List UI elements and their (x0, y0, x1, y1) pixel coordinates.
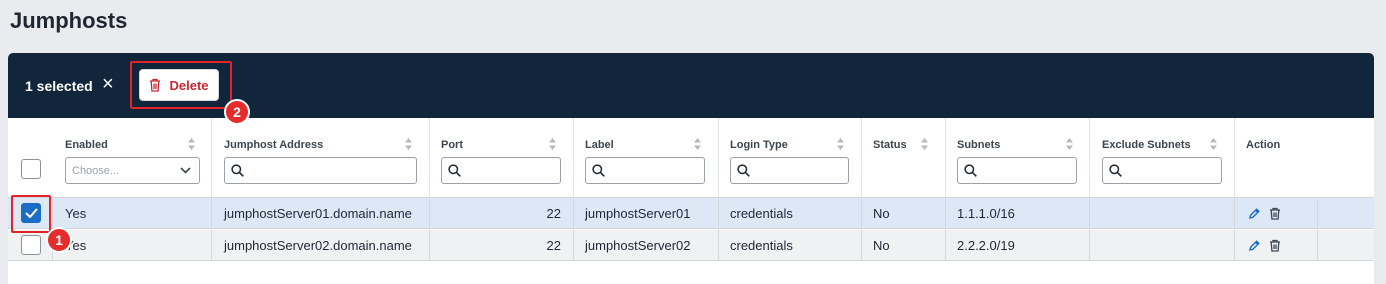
subnets-filter-input[interactable] (957, 157, 1077, 184)
port-cell: 22 (546, 238, 561, 253)
status-cell: No (873, 206, 890, 221)
port-search-field[interactable] (466, 161, 554, 180)
subnets-cell: 2.2.2.0/19 (957, 238, 1015, 253)
address-cell: jumphostServer02.domain.name (224, 238, 412, 253)
address-search-field[interactable] (249, 161, 410, 180)
label-filter-input[interactable] (585, 157, 705, 184)
column-divider (1234, 118, 1235, 198)
column-header-port[interactable]: Port (441, 139, 463, 151)
sort-icon[interactable] (1066, 138, 1073, 150)
column-header-status[interactable]: Status (873, 139, 907, 151)
column-divider (861, 118, 862, 198)
column-divider (211, 118, 212, 198)
selected-count: 1 selected (25, 78, 93, 94)
search-icon (964, 164, 977, 177)
column-header-subnets[interactable]: Subnets (957, 139, 1000, 151)
trash-icon[interactable] (1269, 239, 1281, 252)
login-type-cell: credentials (730, 206, 793, 221)
exclude-subnets-filter-input[interactable] (1102, 157, 1222, 184)
column-header-exclude-subnets[interactable]: Exclude Subnets (1102, 139, 1191, 151)
edit-pencil-icon[interactable] (1248, 239, 1260, 252)
column-divider (573, 118, 574, 198)
selection-toolbar: 1 selected × Delete (8, 53, 1374, 118)
port-cell: 22 (546, 206, 561, 221)
checkmark-icon (25, 208, 38, 218)
column-divider (945, 118, 946, 198)
sort-icon[interactable] (405, 138, 412, 150)
annotation-badge-2: 2 (224, 99, 250, 125)
enabled-cell: Yes (65, 206, 87, 221)
status-cell: No (873, 238, 890, 253)
clear-selection-icon[interactable]: × (102, 73, 114, 95)
port-filter-input[interactable] (441, 157, 561, 184)
search-icon (1109, 164, 1122, 177)
row-checkbox[interactable] (21, 235, 41, 255)
table-row[interactable]: Yes jumphostServer02.domain.name 22 jump… (8, 230, 1374, 261)
delete-label: Delete (169, 77, 209, 93)
trash-icon (150, 78, 161, 92)
address-cell: jumphostServer01.domain.name (224, 206, 412, 221)
enabled-filter-select[interactable]: Choose... (65, 157, 200, 184)
enabled-filter-placeholder: Choose... (72, 165, 120, 177)
subnets-search-field[interactable] (982, 161, 1070, 180)
exclude-subnets-search-field[interactable] (1127, 161, 1215, 180)
label-cell: jumphostServer01 (585, 206, 691, 221)
sort-icon[interactable] (837, 138, 844, 150)
trash-icon[interactable] (1269, 207, 1281, 220)
sort-icon[interactable] (549, 138, 556, 150)
column-divider (1089, 118, 1090, 198)
column-header-login-type[interactable]: Login Type (730, 139, 788, 151)
search-icon (592, 164, 605, 177)
edit-pencil-icon[interactable] (1248, 207, 1260, 220)
column-header-address[interactable]: Jumphost Address (224, 139, 323, 151)
column-header-enabled[interactable]: Enabled (65, 139, 108, 151)
column-divider (429, 118, 430, 198)
page-title: Jumphosts (10, 8, 128, 33)
address-filter-input[interactable] (224, 157, 417, 184)
login-type-cell: credentials (730, 238, 793, 253)
table-row[interactable]: Yes jumphostServer01.domain.name 22 jump… (8, 198, 1374, 229)
sort-icon[interactable] (694, 138, 701, 150)
sort-icon[interactable] (1210, 138, 1217, 150)
label-search-field[interactable] (610, 161, 698, 180)
chevron-down-icon (180, 167, 191, 174)
sort-icon[interactable] (188, 138, 195, 150)
subnets-cell: 1.1.1.0/16 (957, 206, 1015, 221)
search-icon (737, 164, 750, 177)
login-type-search-field[interactable] (755, 161, 842, 180)
label-cell: jumphostServer02 (585, 238, 691, 253)
search-icon (231, 164, 244, 177)
column-divider (718, 118, 719, 198)
row-checkbox[interactable] (21, 203, 41, 223)
column-header-label[interactable]: Label (585, 139, 614, 151)
column-header-action: Action (1246, 139, 1281, 151)
annotation-badge-1: 1 (46, 227, 72, 253)
jumphosts-table-card: 1 selected × Delete Enabled Jumphost Add… (8, 53, 1374, 284)
login-type-filter-input[interactable] (730, 157, 849, 184)
select-all-checkbox[interactable] (21, 159, 41, 179)
delete-button[interactable]: Delete (139, 69, 219, 101)
sort-icon[interactable] (921, 138, 928, 150)
search-icon (448, 164, 461, 177)
